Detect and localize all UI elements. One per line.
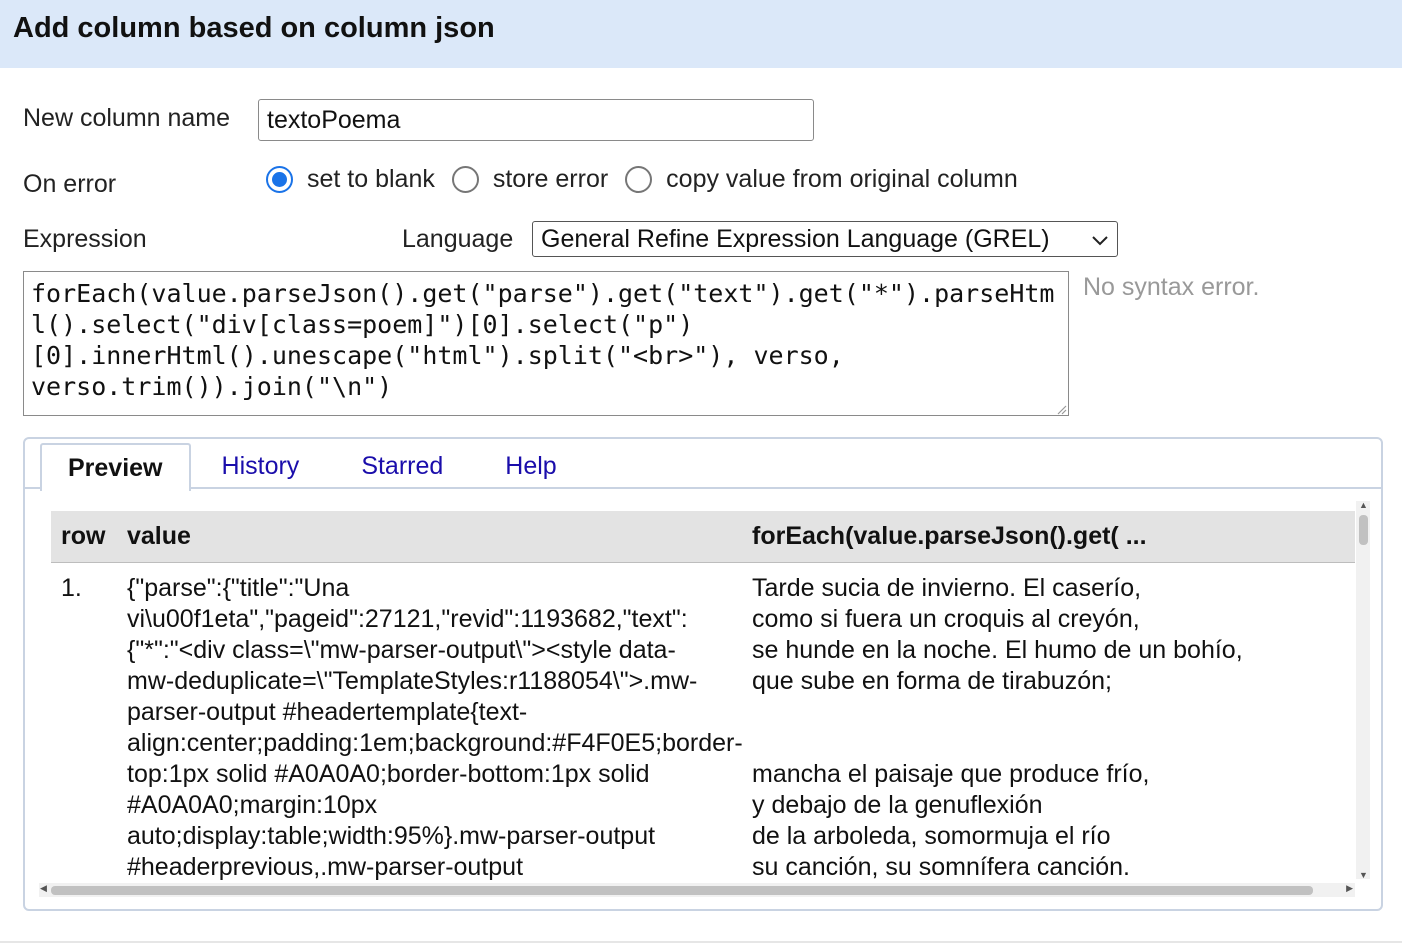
language-select[interactable]: General Refine Expression Language (GREL… [532, 221, 1118, 257]
header-result: forEach(value.parseJson().get( ... [752, 522, 1147, 550]
scroll-left-icon[interactable]: ◀ [40, 883, 47, 894]
new-column-name-input[interactable] [258, 99, 814, 141]
tab-history[interactable]: History [191, 443, 331, 489]
set-to-blank-radio[interactable] [266, 166, 293, 193]
scroll-right-icon[interactable]: ▶ [1346, 883, 1353, 894]
vertical-scroll-thumb[interactable] [1359, 515, 1368, 545]
set-to-blank-label: set to blank [307, 165, 435, 193]
preview-header-row: row value forEach(value.parseJson().get(… [51, 511, 1355, 563]
on-error-label: On error [23, 170, 117, 198]
tabs-panel: Preview History Starred Help row value f… [23, 437, 1383, 911]
tab-help[interactable]: Help [474, 443, 587, 489]
new-column-label: New column name [23, 104, 231, 132]
preview-table: row value forEach(value.parseJson().get(… [51, 511, 1357, 883]
language-label: Language [402, 225, 514, 253]
syntax-status: No syntax error. [1083, 273, 1260, 301]
expression-label: Expression [23, 225, 147, 253]
language-select-value: General Refine Expression Language (GREL… [541, 224, 1050, 253]
scroll-up-icon[interactable]: ▲ [1359, 500, 1368, 510]
row-number: 1. [61, 574, 82, 602]
header-value: value [127, 522, 191, 550]
table-row: 1. {"parse":{"title":"Una vi\u00f1eta","… [51, 573, 1355, 883]
header-row: row [61, 522, 106, 550]
horizontal-scrollbar[interactable]: ◀ ▶ [39, 883, 1355, 897]
tab-preview[interactable]: Preview [40, 443, 191, 491]
chevron-down-icon [1091, 227, 1109, 260]
result-cell: Tarde sucia de invierno. El caserío, com… [752, 574, 1243, 881]
tab-bar: Preview History Starred Help [40, 443, 588, 491]
on-error-store-error-option[interactable]: store error [451, 165, 609, 194]
horizontal-scroll-thumb[interactable] [51, 886, 1313, 895]
on-error-set-blank-option[interactable]: set to blank [266, 165, 435, 194]
vertical-scrollbar[interactable]: ▲ ▼ [1356, 500, 1370, 880]
dialog-header: Add column based on column json [0, 0, 1402, 68]
scroll-down-icon[interactable]: ▼ [1359, 870, 1368, 880]
resize-handle-icon[interactable] [1055, 402, 1067, 415]
on-error-radio-group: set to blank store error copy value from… [266, 165, 1035, 194]
tab-starred[interactable]: Starred [330, 443, 474, 489]
store-error-label: store error [492, 165, 609, 193]
copy-value-radio[interactable] [625, 166, 653, 193]
copy-value-label: copy value from original column [666, 165, 1018, 193]
dialog-title: Add column based on column json [13, 12, 495, 44]
on-error-copy-value-option[interactable]: copy value from original column [625, 165, 1018, 194]
expression-textarea[interactable]: forEach(value.parseJson().get("parse").g… [23, 271, 1069, 416]
value-cell: {"parse":{"title":"Una vi\u00f1eta","pag… [127, 574, 743, 881]
store-error-radio[interactable] [451, 166, 479, 193]
